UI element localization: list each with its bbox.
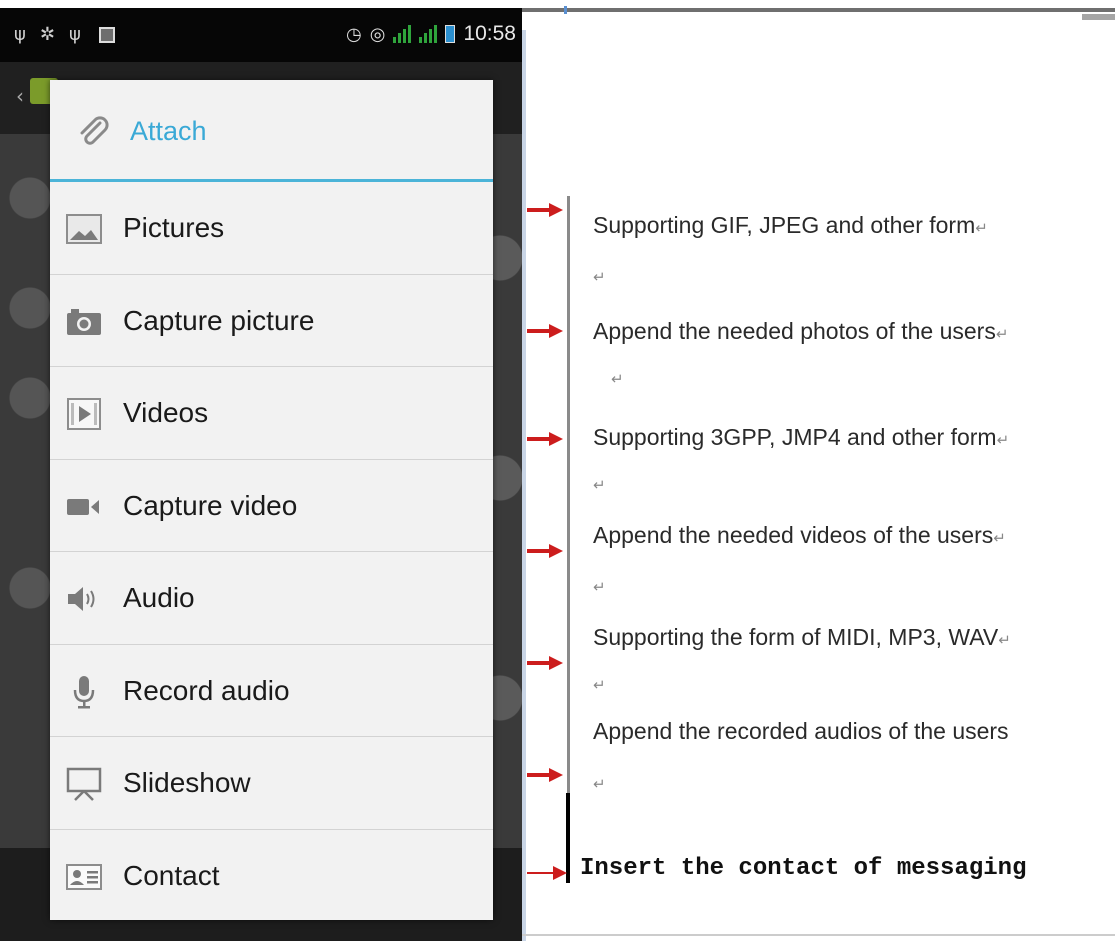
- annotation-return-mark: ↵: [593, 776, 606, 793]
- sync-icon: ◎: [369, 23, 386, 45]
- annotation-arrow: [527, 866, 567, 880]
- video-camera-icon: [64, 490, 104, 524]
- annotation-bracket: [567, 196, 570, 794]
- annotation-arrow: [527, 544, 563, 558]
- menu-item-label: Contact: [123, 859, 220, 891]
- camera-icon: [64, 305, 104, 339]
- signal-icon: [419, 25, 438, 43]
- menu-item-audio[interactable]: Audio: [50, 552, 493, 645]
- annotation-return-mark: ↵: [593, 477, 606, 494]
- back-chevron-icon: ‹: [16, 84, 24, 108]
- annotation-return-mark: ↵: [593, 269, 606, 286]
- picture-notification-icon: [98, 27, 115, 43]
- menu-item-label: Videos: [123, 397, 209, 428]
- annotation-text: Supporting 3GPP, JMP4 and other form↵: [593, 424, 1010, 450]
- status-bar: ψ ✲ ψ ◷ ◎ 10:58: [0, 8, 522, 62]
- panel-left-line: [522, 30, 526, 941]
- signal-icon: [393, 25, 412, 43]
- annotation-arrow: [527, 432, 563, 446]
- speaker-icon: [64, 582, 104, 616]
- menu-item-record-audio[interactable]: Record audio: [50, 645, 493, 737]
- slideshow-icon: [64, 767, 104, 801]
- menu-item-label: Pictures: [123, 212, 225, 243]
- usb-icon: ψ: [14, 24, 26, 45]
- menu-item-label: Slideshow: [123, 767, 251, 798]
- menu-item-slideshow[interactable]: Slideshow: [50, 737, 493, 830]
- video-file-icon: [64, 397, 104, 431]
- bottom-rule: [522, 934, 1115, 936]
- phone-screenshot: ψ ✲ ψ ◷ ◎ 10:58 ‹ Attach Pictures Captur…: [0, 8, 522, 941]
- android-debug-icon: ✲: [39, 24, 55, 45]
- usb-icon: ψ: [68, 24, 81, 45]
- menu-item-videos[interactable]: Videos: [50, 367, 493, 460]
- dialog-header: Attach: [50, 80, 493, 182]
- annotation-text: Append the recorded audios of the users: [593, 718, 1009, 744]
- menu-item-label: Audio: [123, 582, 195, 613]
- annotation-text: Append the needed photos of the users↵: [593, 318, 1009, 344]
- dialog-title: Attach: [130, 116, 207, 146]
- annotation-contact-text: Insert the contact of messaging: [580, 855, 1027, 882]
- battery-icon: [445, 25, 456, 43]
- annotation-arrow: [527, 768, 563, 782]
- top-rule: [522, 8, 1115, 12]
- annotation-return-mark: ↵: [593, 677, 606, 694]
- menu-item-label: Capture picture: [123, 304, 315, 336]
- paperclip-icon: [76, 114, 110, 152]
- top-rule-tick: [564, 6, 567, 14]
- top-rule-end: [1082, 14, 1115, 20]
- menu-item-label: Capture video: [123, 489, 298, 521]
- annotation-arrow: [527, 656, 563, 670]
- annotation-return-mark: ↵: [611, 371, 624, 388]
- menu-item-capture-picture[interactable]: Capture picture: [50, 275, 493, 367]
- attach-dialog: Attach Pictures Capture picture Videos C…: [50, 80, 493, 920]
- microphone-icon: [64, 675, 104, 709]
- menu-item-pictures[interactable]: Pictures: [50, 182, 493, 275]
- annotation-arrow: [527, 203, 563, 217]
- picture-icon: [64, 212, 104, 246]
- alarm-icon: ◷: [346, 23, 362, 45]
- status-bar-clock: 10:58: [463, 22, 516, 45]
- menu-item-label: Record audio: [123, 674, 290, 706]
- menu-item-contact[interactable]: Contact: [50, 830, 493, 923]
- contact-card-icon: [64, 860, 104, 894]
- menu-item-capture-video[interactable]: Capture video: [50, 460, 493, 552]
- annotation-text: Supporting the form of MIDI, MP3, WAV↵: [593, 624, 1011, 650]
- annotation-return-mark: ↵: [593, 579, 606, 596]
- annotation-arrow: [527, 324, 563, 338]
- annotation-text: Append the needed videos of the users↵: [593, 522, 1006, 548]
- annotation-text: Supporting GIF, JPEG and other form↵: [593, 212, 988, 238]
